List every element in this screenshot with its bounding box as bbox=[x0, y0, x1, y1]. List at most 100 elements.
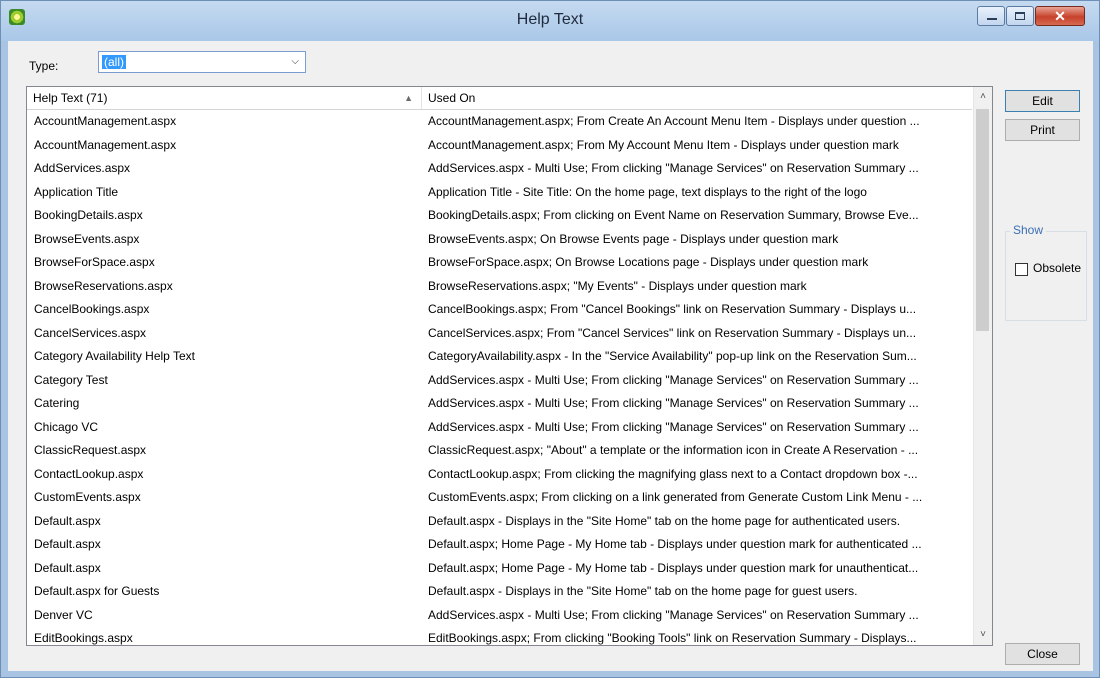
show-legend: Show bbox=[1010, 223, 1047, 237]
list-rows: AccountManagement.aspx AccountManagement.… bbox=[27, 110, 972, 645]
used-on-cell: AddServices.aspx - Multi Use; From click… bbox=[428, 372, 919, 387]
help-text-cell: Category Test bbox=[34, 372, 108, 387]
table-row[interactable]: AddServices.aspx AddServices.aspx - Multi… bbox=[27, 157, 972, 181]
table-row[interactable]: Chicago VC AddServices.aspx - Multi Use; … bbox=[27, 416, 972, 440]
used-on-cell: EditBookings.aspx; From clicking "Bookin… bbox=[428, 631, 917, 645]
help-text-cell: ContactLookup.aspx bbox=[34, 466, 144, 481]
obsolete-label[interactable]: Obsolete bbox=[1033, 261, 1081, 275]
list-header: Help Text (71) ▲ Used On bbox=[27, 87, 972, 110]
table-row[interactable]: BrowseForSpace.aspx BrowseForSpace.aspx; … bbox=[27, 251, 972, 275]
help-text-cell: AddServices.aspx bbox=[34, 161, 131, 175]
help-text-cell: CancelBookings.aspx bbox=[34, 302, 150, 316]
column-header-label: Help Text (71) bbox=[33, 91, 108, 105]
window-title: Help Text bbox=[516, 11, 584, 28]
used-on-cell: CategoryAvailability.aspx - In the "Serv… bbox=[428, 349, 917, 363]
used-on-cell: Default.aspx - Displays in the "Site Hom… bbox=[428, 584, 858, 598]
table-row[interactable]: CancelBookings.aspx CancelBookings.aspx; … bbox=[27, 298, 972, 322]
help-text-cell: Category Availability Help Text bbox=[34, 349, 195, 363]
help-text-cell: BrowseEvents.aspx bbox=[34, 231, 140, 246]
table-row[interactable]: Default.aspx Default.aspx - Displays in t… bbox=[27, 510, 972, 534]
scroll-thumb[interactable] bbox=[976, 109, 989, 331]
close-icon: ✕ bbox=[1054, 8, 1066, 24]
table-row[interactable]: Catering AddServices.aspx - Multi Use; Fr… bbox=[27, 392, 972, 416]
help-text-cell: EditBookings.aspx bbox=[34, 631, 133, 645]
table-row[interactable]: Default.aspx Default.aspx; Home Page - My… bbox=[27, 533, 972, 557]
type-dropdown[interactable]: (all) ⌵ bbox=[98, 51, 306, 73]
used-on-cell: ContactLookup.aspx; From clicking the ma… bbox=[428, 466, 918, 481]
table-row[interactable]: CustomEvents.aspx CustomEvents.aspx; From… bbox=[27, 486, 972, 510]
table-row[interactable]: CancelServices.aspx CancelServices.aspx; … bbox=[27, 322, 972, 346]
vertical-scrollbar[interactable]: ˄ ˅ bbox=[973, 87, 992, 645]
help-text-cell: Default.aspx for Guests bbox=[34, 584, 160, 598]
used-on-cell: AccountManagement.aspx; From My Account … bbox=[428, 137, 899, 152]
scroll-up-arrow-icon[interactable]: ˄ bbox=[974, 89, 992, 105]
column-header-used-on[interactable]: Used On bbox=[422, 87, 972, 109]
show-groupbox: Show Obsolete bbox=[1005, 223, 1087, 321]
table-row[interactable]: ClassicRequest.aspx ClassicRequest.aspx; … bbox=[27, 439, 972, 463]
minimize-icon bbox=[987, 18, 997, 20]
table-row[interactable]: BrowseEvents.aspx BrowseEvents.aspx; On B… bbox=[27, 228, 972, 252]
table-row[interactable]: AccountManagement.aspx AccountManagement.… bbox=[27, 134, 972, 158]
used-on-cell: CustomEvents.aspx; From clicking on a li… bbox=[428, 490, 923, 504]
table-row[interactable]: Category Availability Help Text CategoryA… bbox=[27, 345, 972, 369]
help-text-cell: Denver VC bbox=[34, 607, 93, 622]
column-header-label: Used On bbox=[428, 91, 476, 105]
print-button[interactable]: Print bbox=[1005, 119, 1080, 141]
window-close-button[interactable]: ✕ bbox=[1035, 6, 1085, 26]
help-text-cell: Default.aspx bbox=[34, 537, 101, 551]
column-header-help-text[interactable]: Help Text (71) ▲ bbox=[27, 87, 422, 109]
used-on-cell: Application Title - Site Title: On the h… bbox=[428, 184, 867, 199]
table-row[interactable]: Default.aspx Default.aspx; Home Page - My… bbox=[27, 557, 972, 581]
table-row[interactable]: ContactLookup.aspx ContactLookup.aspx; Fr… bbox=[27, 463, 972, 487]
used-on-cell: AddServices.aspx - Multi Use; From click… bbox=[428, 419, 919, 434]
help-text-cell: Application Title bbox=[34, 184, 119, 199]
table-row[interactable]: EditBookings.aspx EditBookings.aspx; From… bbox=[27, 627, 972, 645]
dialog-body: Type: (all) ⌵ Help Text (71) ▲ Used On A… bbox=[8, 41, 1093, 671]
close-button[interactable]: Close bbox=[1005, 643, 1080, 665]
help-text-list[interactable]: Help Text (71) ▲ Used On AccountManageme… bbox=[26, 86, 993, 646]
help-text-cell: BrowseForSpace.aspx bbox=[34, 255, 155, 269]
used-on-cell: ClassicRequest.aspx; "About" a template … bbox=[428, 443, 919, 457]
used-on-cell: AccountManagement.aspx; From Create An A… bbox=[428, 114, 920, 128]
help-text-cell: Default.aspx bbox=[34, 513, 101, 528]
maximize-button[interactable] bbox=[1006, 6, 1034, 26]
used-on-cell: BrowseEvents.aspx; On Browse Events page… bbox=[428, 231, 839, 246]
table-row[interactable]: Denver VC AddServices.aspx - Multi Use; F… bbox=[27, 604, 972, 628]
help-text-cell: Chicago VC bbox=[34, 419, 99, 434]
scroll-down-arrow-icon[interactable]: ˅ bbox=[974, 627, 992, 643]
type-label: Type: bbox=[29, 59, 59, 73]
help-text-cell: Catering bbox=[34, 396, 80, 410]
used-on-cell: Default.aspx; Home Page - My Home tab - … bbox=[428, 560, 919, 575]
table-row[interactable]: Default.aspx for Guests Default.aspx - Di… bbox=[27, 580, 972, 604]
table-row[interactable]: BookingDetails.aspx BookingDetails.aspx; … bbox=[27, 204, 972, 228]
help-text-cell: ClassicRequest.aspx bbox=[34, 443, 147, 457]
sort-ascending-icon: ▲ bbox=[404, 93, 413, 103]
table-row[interactable]: AccountManagement.aspx AccountManagement.… bbox=[27, 110, 972, 134]
used-on-cell: CancelBookings.aspx; From "Cancel Bookin… bbox=[428, 302, 917, 316]
used-on-cell: BookingDetails.aspx; From clicking on Ev… bbox=[428, 208, 919, 222]
help-text-cell: Default.aspx bbox=[34, 560, 101, 575]
edit-button[interactable]: Edit bbox=[1005, 90, 1080, 112]
used-on-cell: AddServices.aspx - Multi Use; From click… bbox=[428, 607, 919, 622]
help-text-cell: AccountManagement.aspx bbox=[34, 137, 177, 152]
minimize-button[interactable] bbox=[977, 6, 1005, 26]
title-bar[interactable]: Help Text ✕ bbox=[1, 1, 1099, 41]
help-text-cell: CustomEvents.aspx bbox=[34, 490, 141, 504]
table-row[interactable]: Category Test AddServices.aspx - Multi Us… bbox=[27, 369, 972, 393]
used-on-cell: AddServices.aspx - Multi Use; From click… bbox=[428, 161, 919, 175]
obsolete-checkbox[interactable] bbox=[1015, 263, 1028, 276]
used-on-cell: CancelServices.aspx; From "Cancel Servic… bbox=[428, 325, 917, 340]
used-on-cell: AddServices.aspx - Multi Use; From click… bbox=[428, 396, 919, 410]
used-on-cell: BrowseForSpace.aspx; On Browse Locations… bbox=[428, 255, 869, 269]
used-on-cell: BrowseReservations.aspx; "My Events" - D… bbox=[428, 278, 807, 293]
help-text-cell: BookingDetails.aspx bbox=[34, 208, 143, 222]
used-on-cell: Default.aspx - Displays in the "Site Hom… bbox=[428, 513, 901, 528]
table-row[interactable]: Application Title Application Title - Sit… bbox=[27, 181, 972, 205]
chevron-down-icon: ⌵ bbox=[291, 56, 299, 67]
help-text-cell: CancelServices.aspx bbox=[34, 325, 147, 340]
help-text-cell: AccountManagement.aspx bbox=[34, 114, 177, 128]
table-row[interactable]: BrowseReservations.aspx BrowseReservation… bbox=[27, 275, 972, 299]
help-text-window: Help Text ✕ Type: (all) ⌵ Help Text (71)… bbox=[0, 0, 1100, 678]
maximize-icon bbox=[1015, 12, 1025, 20]
used-on-cell: Default.aspx; Home Page - My Home tab - … bbox=[428, 537, 922, 551]
